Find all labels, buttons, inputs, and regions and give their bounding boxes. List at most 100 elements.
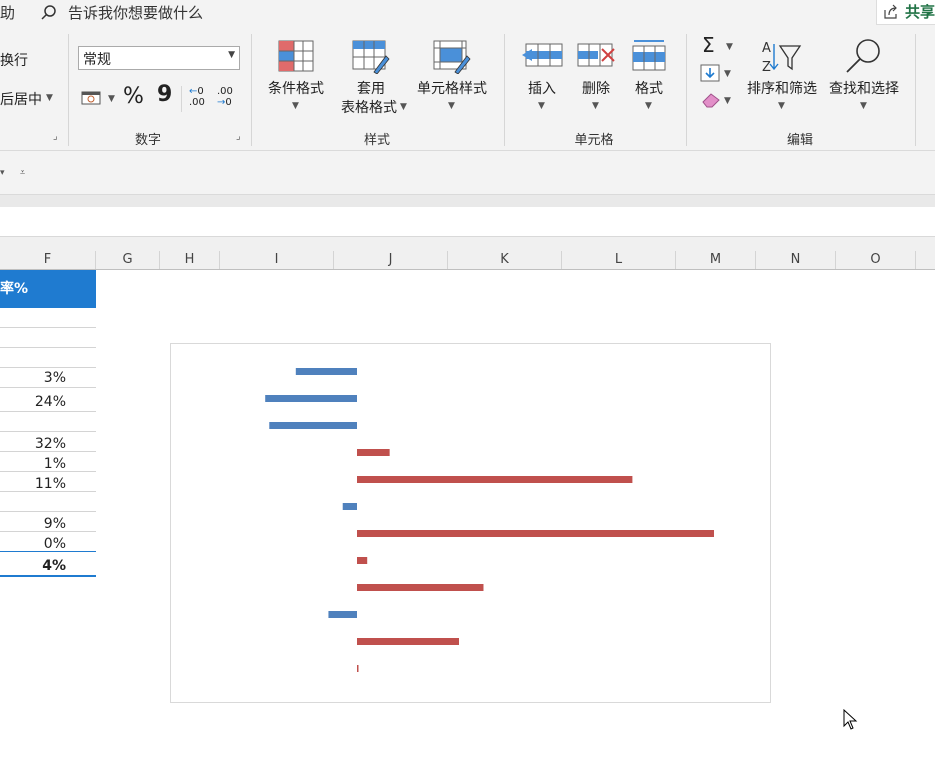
find-icon (846, 39, 880, 73)
eraser-icon[interactable] (700, 90, 722, 108)
group-divider (915, 34, 916, 146)
sheet-cell[interactable]: 11% (0, 472, 96, 492)
chevron-down-icon[interactable]: ▼ (724, 69, 731, 79)
chart-bar[interactable] (357, 530, 714, 537)
column-header[interactable]: I (220, 251, 334, 269)
sheet-cell[interactable]: 32% (0, 432, 96, 452)
group-divider (68, 34, 69, 146)
column-header[interactable]: G (96, 251, 160, 269)
toolbar-gap (0, 195, 935, 207)
wrap-text-button[interactable]: 换行 (0, 50, 28, 70)
sort-filter-button[interactable]: A Z 排序和筛选 ▼ (740, 38, 824, 116)
chart-bar[interactable] (265, 395, 357, 402)
chart-bar[interactable] (328, 611, 357, 618)
percent-style-button[interactable]: % (123, 84, 144, 109)
conditional-format-icon (278, 40, 314, 72)
sheet-cell[interactable]: 0% (0, 532, 96, 552)
chevron-down-icon: ▼ (645, 101, 652, 111)
tell-me-input[interactable]: 告诉我你想要做什么 (68, 2, 203, 23)
mouse-cursor-icon (843, 709, 858, 730)
sheet-cell[interactable]: 3% (0, 368, 96, 388)
cell-styles-icon (433, 40, 471, 74)
header-cell[interactable]: 率% (0, 270, 96, 308)
column-header[interactable]: L (562, 251, 676, 269)
merge-center-button[interactable]: 后居中 (0, 89, 42, 109)
chart-bar[interactable] (357, 584, 484, 591)
sheet-cell[interactable] (0, 308, 96, 328)
chart-bar[interactable] (357, 449, 390, 456)
chart-plot (265, 368, 714, 672)
format-as-table-button[interactable]: 套用 表格格式 ▼ (334, 38, 408, 116)
conditional-format-button[interactable]: 条件格式 ▼ (262, 38, 330, 116)
chart-bar[interactable] (269, 422, 357, 429)
fill-down-icon[interactable] (700, 64, 720, 82)
chart-bar[interactable] (357, 665, 359, 672)
autosum-button[interactable]: Σ (702, 33, 715, 57)
column-header[interactable]: N (756, 251, 836, 269)
column-header[interactable]: H (160, 251, 220, 269)
share-button[interactable]: 共享 (876, 0, 935, 25)
svg-text:A: A (762, 41, 771, 56)
chevron-down-icon: ▼ (860, 101, 867, 111)
group-divider (251, 34, 252, 146)
column-header[interactable]: K (448, 251, 562, 269)
column-header[interactable]: M (676, 251, 756, 269)
chevron-down-icon: ▼ (400, 102, 407, 112)
delete-button[interactable]: 删除 ▼ (572, 38, 620, 116)
decrease-decimal-button[interactable]: .00 →0 (217, 86, 239, 112)
chevron-down-icon: ▼ (538, 101, 545, 111)
help-tab[interactable]: 助 (0, 2, 15, 23)
column-header[interactable]: J (334, 251, 448, 269)
dialog-launcher-icon[interactable]: ⌟ (236, 131, 241, 142)
insert-cells-icon (522, 43, 563, 67)
increase-decimal-button[interactable]: ←0.00 (189, 86, 211, 112)
chevron-down-icon[interactable]: ▾ (0, 168, 5, 178)
chart-bar[interactable] (357, 476, 633, 483)
chevron-down-icon[interactable]: ▼ (724, 96, 731, 106)
quick-access-toolbar: ▾ ⩡ (0, 150, 935, 195)
column-header[interactable]: F (0, 251, 96, 269)
formula-bar[interactable] (0, 207, 935, 237)
sheet-cell[interactable]: 1% (0, 452, 96, 472)
format-button[interactable]: 格式 ▼ (624, 38, 674, 116)
chevron-down-icon[interactable]: ▼ (108, 94, 115, 104)
chart-bar[interactable] (357, 557, 368, 564)
format-as-table-icon (352, 40, 390, 74)
sheet-cell[interactable]: 9% (0, 512, 96, 532)
chart-bar[interactable] (295, 368, 357, 375)
group-label-styles: 样式 (363, 133, 390, 148)
svg-text:Z: Z (762, 60, 771, 74)
share-icon (884, 4, 897, 19)
chevron-down-icon[interactable]: ▼ (726, 42, 733, 52)
find-select-button[interactable]: 查找和选择 ▼ (824, 38, 904, 116)
total-cell[interactable]: 4% (0, 552, 96, 577)
group-label-cells: 单元格 (574, 133, 614, 148)
accounting-format-icon[interactable] (80, 88, 104, 108)
tab-row: 助 告诉我你想要做什么 (0, 0, 935, 26)
number-format-select[interactable]: 常规 ▼ (78, 46, 240, 70)
sheet-cell[interactable] (0, 492, 96, 512)
group-divider (686, 34, 687, 146)
sheet-cell[interactable] (0, 412, 96, 432)
chevron-down-icon[interactable]: ▼ (46, 93, 53, 103)
sheet-cell[interactable] (0, 328, 96, 348)
insert-button[interactable]: 插入 ▼ (516, 38, 568, 116)
group-label-number: 数字 (134, 133, 161, 148)
dialog-launcher-icon[interactable]: ⌟ (53, 131, 58, 142)
group-label-editing: 编辑 (786, 133, 813, 148)
column-header-row: F G H I J K L M N O (0, 251, 935, 270)
chevron-down-icon: ▼ (778, 101, 785, 111)
comma-style-button[interactable]: 9 (157, 82, 172, 107)
chart-bar[interactable] (357, 638, 459, 645)
chart-bar[interactable] (342, 503, 357, 510)
bar-chart[interactable] (170, 343, 771, 703)
format-cells-icon (632, 40, 666, 71)
sheet-cell[interactable] (0, 348, 96, 368)
sheet-cell[interactable]: 24% (0, 388, 96, 412)
cell-styles-button[interactable]: 单元格样式 ▼ (413, 38, 491, 116)
column-header[interactable]: O (836, 251, 916, 269)
search-icon (41, 5, 56, 20)
customize-toolbar-icon[interactable]: ⩡ (20, 168, 25, 178)
delete-cells-icon (577, 43, 615, 67)
divider (181, 86, 182, 112)
